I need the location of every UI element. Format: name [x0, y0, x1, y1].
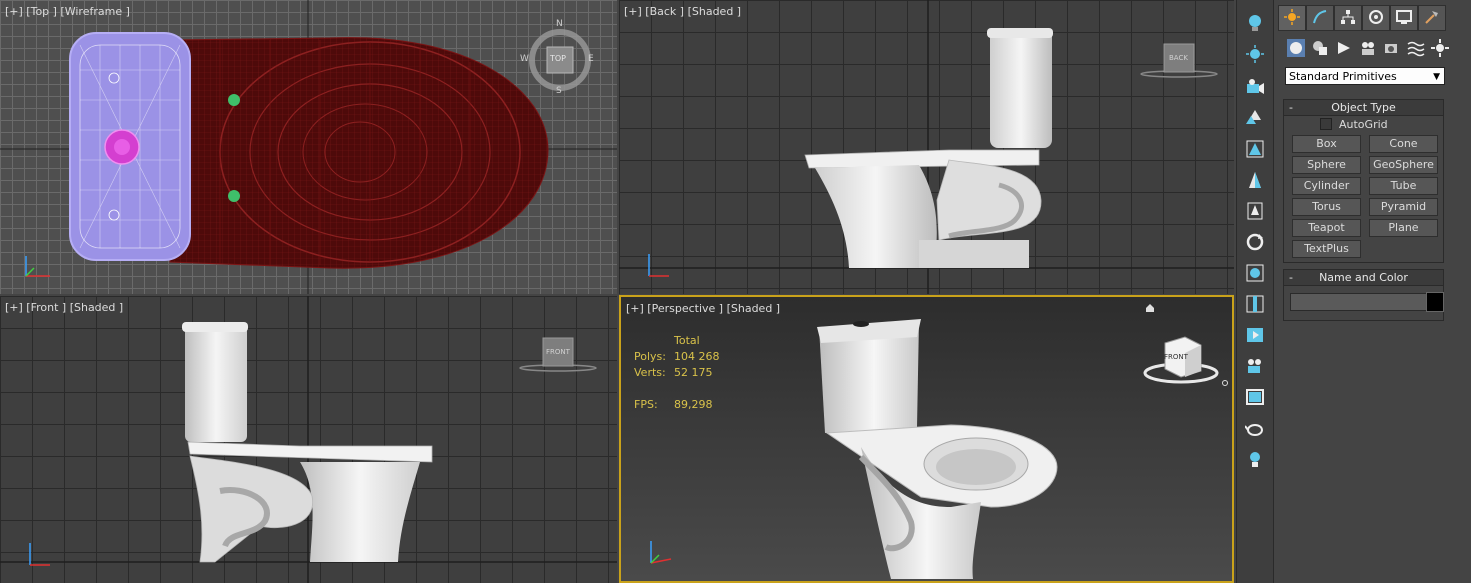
sun-light-icon[interactable] — [1244, 43, 1266, 65]
create-icon — [1284, 8, 1300, 28]
textplus-button[interactable]: TextPlus — [1292, 240, 1361, 258]
tree-icon[interactable] — [1244, 200, 1266, 222]
display-frame-icon[interactable] — [1244, 386, 1266, 408]
sphere-button[interactable]: Sphere — [1292, 156, 1361, 174]
cone-button[interactable]: Cone — [1369, 135, 1438, 153]
viewport-label-front[interactable]: [+] [Front ] [Shaded ] — [5, 301, 123, 314]
tab-motion[interactable] — [1362, 5, 1390, 31]
shapes-icon[interactable] — [1310, 38, 1330, 58]
compass-north: N — [556, 19, 563, 29]
cameras-icon[interactable] — [1358, 38, 1378, 58]
viewport-top[interactable]: [+] [Top ] [Wireframe ] TOP N E S W — [0, 0, 617, 294]
mirror-icon[interactable] — [1244, 138, 1266, 160]
viewport-label-top[interactable]: [+] [Top ] [Wireframe ] — [5, 5, 130, 18]
name-and-color-title: Name and Color — [1319, 271, 1408, 284]
pyramid-button[interactable]: Pyramid — [1369, 198, 1438, 216]
tab-utilities[interactable] — [1418, 5, 1446, 31]
align-icon[interactable] — [1244, 293, 1266, 315]
camera-track-icon[interactable] — [1244, 76, 1266, 98]
axis-tripod-icon — [643, 535, 675, 567]
home-icon[interactable] — [1145, 303, 1155, 313]
stats-verts-value: 52 175 — [674, 366, 713, 379]
tab-create[interactable] — [1278, 5, 1306, 31]
category-dropdown-value: Standard Primitives — [1289, 70, 1397, 83]
box-button[interactable]: Box — [1292, 135, 1361, 153]
cone-shape-icon[interactable] — [1244, 169, 1266, 191]
viewport-label-perspective[interactable]: [+] [Perspective ] [Shaded ] — [626, 302, 780, 315]
viewcube-top[interactable]: TOP N E S W — [520, 19, 598, 98]
viewcube-face-label: FRONT — [1164, 353, 1188, 361]
object-type-title: Object Type — [1331, 101, 1396, 114]
viewcube-back[interactable]: BACK — [1139, 40, 1219, 80]
teapot-button[interactable]: Teapot — [1292, 219, 1361, 237]
axis-tripod-icon — [22, 248, 54, 280]
statistics-overlay: Total Polys: 104 268 Verts: 52 175 FPS: 89,… — [634, 333, 720, 413]
viewcube-perspective[interactable]: FRONT — [1141, 333, 1231, 389]
stats-polys-label: Polys: — [634, 350, 666, 363]
vertical-toolbar — [1236, 0, 1274, 583]
tube-button[interactable]: Tube — [1369, 177, 1438, 195]
lights-icon[interactable] — [1334, 38, 1354, 58]
teapot-icon[interactable] — [1244, 417, 1266, 439]
collapse-icon: - — [1289, 101, 1293, 114]
object-type-rollout: - Object Type AutoGrid Box Cone Sphere G… — [1283, 99, 1444, 263]
cylinder-button[interactable]: Cylinder — [1292, 177, 1361, 195]
autogrid-label: AutoGrid — [1339, 118, 1388, 131]
viewcube-face-label: BACK — [1169, 54, 1188, 62]
autogrid-checkbox[interactable] — [1320, 118, 1332, 130]
systems-icon[interactable] — [1430, 38, 1450, 58]
tab-hierarchy[interactable] — [1334, 5, 1362, 31]
light-bulb-icon[interactable] — [1244, 12, 1266, 34]
display-icon — [1396, 9, 1412, 28]
compass-east: E — [588, 54, 594, 64]
stats-fps-value: 89,298 — [674, 398, 713, 411]
spacewarps-icon[interactable] — [1406, 38, 1426, 58]
stats-header: Total — [674, 334, 700, 347]
stats-verts-label: Verts: — [634, 366, 666, 379]
stats-fps-label: FPS: — [634, 398, 658, 411]
sphere-gizmo-icon[interactable] — [1244, 262, 1266, 284]
tab-display[interactable] — [1390, 5, 1418, 31]
video-camera-icon[interactable] — [1244, 355, 1266, 377]
compass-south: S — [556, 86, 562, 96]
render-bulb-icon[interactable] — [1244, 448, 1266, 470]
foliage-icon[interactable] — [1244, 107, 1266, 129]
object-type-header[interactable]: - Object Type — [1283, 99, 1444, 116]
viewport-back[interactable]: [+] [Back ] [Shaded ] BACK — [619, 0, 1234, 294]
name-and-color-header[interactable]: - Name and Color — [1283, 269, 1444, 286]
viewcube-face-label: TOP — [550, 54, 567, 63]
stats-polys-value: 104 268 — [674, 350, 720, 363]
helpers-icon[interactable] — [1382, 38, 1402, 58]
object-name-input[interactable] — [1290, 293, 1427, 311]
play-animation-icon[interactable] — [1244, 324, 1266, 346]
utilities-icon — [1424, 9, 1440, 28]
viewport-front[interactable]: [+] [Front ] [Shaded ] FRONT — [0, 296, 617, 583]
chevron-down-icon: ▼ — [1433, 72, 1440, 82]
geometry-icon[interactable] — [1286, 38, 1306, 58]
motion-icon — [1368, 9, 1384, 28]
viewcube-face-label: FRONT — [546, 348, 570, 356]
compass-west: W — [520, 54, 529, 64]
viewcube-front[interactable]: FRONT — [518, 334, 598, 374]
axis-tripod-icon — [22, 537, 54, 569]
modify-icon — [1312, 9, 1328, 28]
tab-modify[interactable] — [1306, 5, 1334, 31]
collapse-icon: - — [1289, 271, 1293, 284]
object-color-swatch[interactable] — [1426, 292, 1444, 312]
viewport-perspective[interactable]: [+] [Perspective ] [Shaded ] Total Polys… — [619, 295, 1234, 583]
viewcube-icon — [1143, 336, 1228, 386]
rotate-icon[interactable] — [1244, 231, 1266, 253]
axis-tripod-icon — [641, 248, 673, 280]
category-dropdown[interactable]: Standard Primitives ▼ — [1285, 67, 1445, 85]
geosphere-button[interactable]: GeoSphere — [1369, 156, 1438, 174]
plane-button[interactable]: Plane — [1369, 219, 1438, 237]
torus-button[interactable]: Torus — [1292, 198, 1361, 216]
name-and-color-rollout: - Name and Color — [1283, 269, 1444, 321]
command-panel: Standard Primitives ▼ - Object Type Auto… — [1274, 0, 1471, 583]
viewport-label-back[interactable]: [+] [Back ] [Shaded ] — [624, 5, 741, 18]
hierarchy-icon — [1340, 9, 1356, 28]
